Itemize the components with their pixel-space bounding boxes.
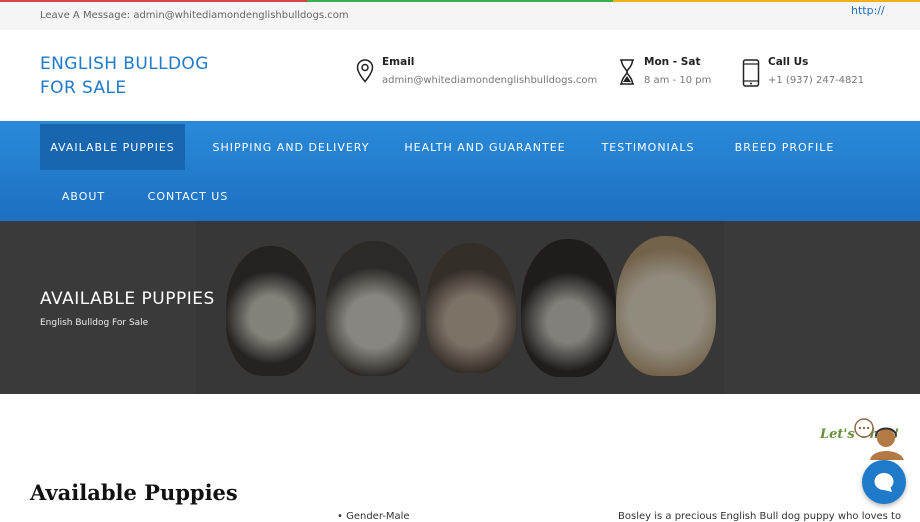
hero-overlay	[196, 221, 724, 394]
logo-line-2: FOR SALE	[40, 78, 127, 98]
leave-message-text: Leave A Message: admin@whitediamondengli…	[40, 10, 349, 21]
nav-available-puppies[interactable]: AVAILABLE PUPPIES	[40, 124, 185, 170]
email-info: Email admin@whitediamondenglishbulldogs.…	[354, 56, 597, 88]
site-header: ENGLISH BULLDOG FOR SALE Email admin@whi…	[0, 30, 920, 121]
location-pin-icon	[354, 56, 376, 88]
nav-contact-us[interactable]: CONTACT US	[137, 173, 239, 219]
hero-banner: AVAILABLE PUPPIES English Bulldog For Sa…	[0, 221, 920, 394]
chat-launcher-button[interactable]	[862, 460, 906, 504]
page-title: Available Puppies	[30, 480, 238, 505]
nav-about[interactable]: ABOUT	[40, 173, 127, 219]
hours-info: Mon - Sat 8 am - 10 pm	[616, 56, 711, 88]
site-logo[interactable]: ENGLISH BULLDOG FOR SALE	[40, 52, 209, 100]
email-value[interactable]: admin@whitediamondenglishbulldogs.com	[382, 75, 597, 86]
hero-title: AVAILABLE PUPPIES	[40, 289, 215, 309]
nav-health-and-guarantee[interactable]: HEALTH AND GUARANTEE	[397, 124, 573, 170]
phone-icon	[740, 56, 762, 88]
puppy-description: Bosley is a precious English Bull dog pu…	[618, 511, 902, 522]
main-navigation: AVAILABLE PUPPIES SHIPPING AND DELIVERY …	[0, 121, 920, 221]
logo-line-1: ENGLISH BULLDOG	[40, 54, 209, 74]
hours-value: 8 am - 10 pm	[644, 75, 712, 86]
phone-title: Call Us	[768, 56, 809, 68]
nav-breed-profile[interactable]: BREED PROFILE	[723, 124, 846, 170]
phone-value[interactable]: +1 (937) 247-4821	[768, 75, 864, 86]
phone-info: Call Us +1 (937) 247-4821	[740, 56, 864, 88]
top-bar: Leave A Message: admin@whitediamondengli…	[0, 2, 920, 30]
lets-chat-badge[interactable]: Let's Chat!	[818, 416, 908, 462]
email-title: Email	[382, 56, 415, 68]
chat-bubble-icon	[874, 473, 894, 492]
gender-list-item: • Gender-Male	[337, 511, 410, 522]
hours-title: Mon - Sat	[644, 56, 701, 68]
nav-shipping-and-delivery[interactable]: SHIPPING AND DELIVERY	[205, 124, 377, 170]
hourglass-icon	[616, 56, 638, 88]
nav-testimonials[interactable]: TESTIMONIALS	[593, 124, 703, 170]
hero-subtitle: English Bulldog For Sale	[40, 318, 149, 328]
http-link[interactable]: http://	[851, 4, 885, 17]
